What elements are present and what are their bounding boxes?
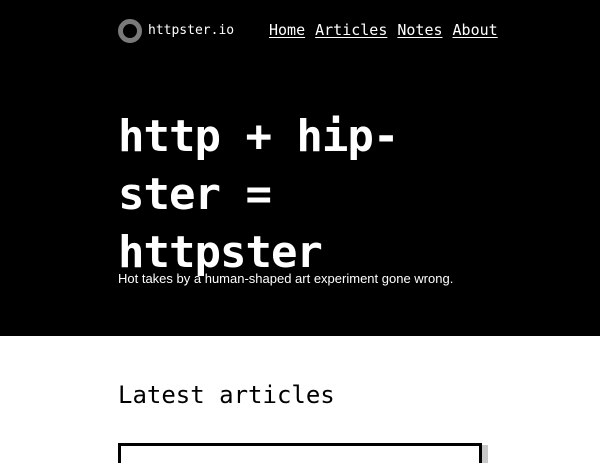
headline-line: ster =: [118, 169, 272, 220]
main-nav: Home Articles Notes About: [269, 20, 498, 40]
ring-logo-icon[interactable]: [118, 19, 142, 43]
nav-notes-link[interactable]: Notes: [397, 20, 442, 40]
site-name-link[interactable]: httpster.io: [148, 22, 234, 40]
headline-line: http + hip-: [118, 111, 399, 162]
hero-section: httpster.io Home Articles Notes About ht…: [0, 0, 600, 336]
article-card[interactable]: [118, 443, 482, 463]
nav-articles-link[interactable]: Articles: [315, 20, 387, 40]
latest-articles-heading: Latest articles: [118, 381, 335, 409]
nav-home-link[interactable]: Home: [269, 20, 305, 40]
nav-about-link[interactable]: About: [453, 20, 498, 40]
hero-headline: http + hip- ster = httpster: [118, 108, 458, 282]
hero-tagline: Hot takes by a human-shaped art experime…: [118, 271, 454, 286]
